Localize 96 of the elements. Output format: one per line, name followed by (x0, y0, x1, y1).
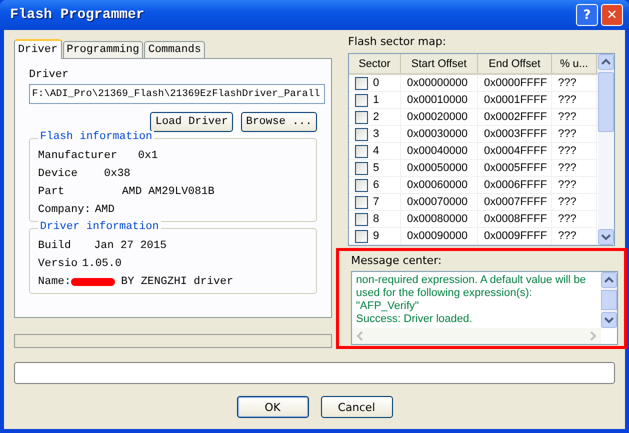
table-cell: ??? (552, 211, 597, 227)
table-cell: 0x00030000 (401, 126, 478, 142)
info-label: Manufacturer (38, 150, 118, 162)
message-center-label: Message center: (351, 254, 443, 267)
checkbox[interactable] (355, 196, 368, 208)
table-cell: 0x0008FFFF (478, 211, 552, 227)
info-value: AMD AM29LV081B (122, 186, 214, 198)
table-cell: 0x0000FFFF (478, 75, 552, 91)
column-header[interactable]: Start Offset (401, 54, 478, 73)
message-line: "AFP_Verify" (356, 300, 420, 313)
cancel-button[interactable]: Cancel (320, 396, 392, 418)
table-cell: 0x0006FFFF (478, 177, 552, 193)
tab[interactable]: Driver (14, 39, 62, 59)
table-cell: ??? (552, 92, 597, 108)
column-header[interactable]: End Offset (478, 54, 552, 73)
checkbox[interactable] (355, 76, 368, 90)
scroll-thumb[interactable] (601, 290, 617, 310)
window-title: Flash Programmer (10, 7, 144, 23)
info-value: AMD (94, 204, 115, 216)
vertical-scrollbar[interactable] (601, 272, 617, 328)
checkbox[interactable] (355, 128, 368, 140)
table-cell: 1 (373, 94, 380, 106)
table-cell: 0x0007FFFF (478, 194, 552, 210)
info-label: Company: (38, 204, 91, 216)
sector-map-label: Flash sector map: (348, 35, 448, 48)
table-cell: 0x00050000 (401, 160, 478, 176)
table-cell: 0x00010000 (401, 92, 478, 108)
scroll-down-icon[interactable] (601, 312, 617, 328)
table-cell: ??? (552, 228, 597, 244)
table-cell: 0x0003FFFF (478, 126, 552, 142)
table-cell: 3 (373, 128, 380, 140)
checkbox[interactable] (355, 110, 368, 124)
load-driver-button[interactable]: Load Driver (150, 112, 233, 132)
table-cell: 2 (373, 111, 380, 123)
table-cell: 0x0005FFFF (478, 160, 552, 176)
info-label: Device (38, 168, 79, 180)
table-cell: 0x00020000 (401, 109, 478, 125)
table-cell: 5 (373, 162, 380, 174)
table-cell: ??? (552, 177, 597, 193)
table-cell: 7 (373, 196, 380, 208)
info-value: 0x1 (138, 150, 158, 162)
table-cell: 0x0001FFFF (478, 92, 552, 108)
message-line: Success: Driver loaded. (356, 313, 474, 326)
redaction-mark (71, 278, 116, 286)
table-cell: 9 (373, 230, 380, 242)
ok-button[interactable]: OK (236, 396, 308, 418)
column-header[interactable]: % u... (552, 54, 597, 73)
table-cell: ??? (552, 126, 597, 142)
table-cell: 0x0002FFFF (478, 109, 552, 125)
driver-label: Driver (29, 69, 70, 81)
checkbox[interactable] (355, 94, 368, 106)
tab[interactable]: Programming (62, 41, 144, 58)
info-label: Versio (38, 258, 79, 270)
scroll-up-icon[interactable] (601, 272, 617, 288)
table-cell: 6 (373, 179, 380, 191)
browse-button[interactable]: Browse ... (240, 112, 317, 132)
table-cell: 4 (373, 145, 380, 157)
table-cell: 0x00060000 (401, 177, 478, 193)
tab[interactable]: Commands (144, 41, 206, 58)
help-button[interactable]: ? (576, 4, 598, 26)
driver-path-field[interactable]: F:\ADI_Pro\21369_Flash\21369EzFlashDriver_Parall (29, 84, 325, 104)
info-label: Part (38, 186, 66, 198)
checkbox[interactable] (355, 144, 368, 158)
table-cell: 0x0004FFFF (478, 143, 552, 159)
info-label: Build (38, 240, 72, 252)
info-value: BY ZENGZHI driver (121, 276, 234, 288)
table-cell: 0x0009FFFF (478, 228, 552, 244)
vertical-scrollbar[interactable] (598, 54, 614, 245)
info-value: Jan 27 2015 (94, 240, 167, 252)
table-cell: ??? (552, 194, 597, 210)
info-value: 0x38 (104, 168, 130, 180)
table-cell: ??? (552, 109, 597, 125)
checkbox[interactable] (355, 230, 368, 242)
scroll-thumb[interactable] (598, 72, 614, 132)
info-label: Name: (38, 276, 72, 288)
table-cell: 0 (373, 77, 380, 89)
message-line: used for the following expression(s): (356, 287, 534, 300)
table-cell: ??? (552, 75, 597, 91)
table-cell: 0x00080000 (401, 211, 478, 227)
checkbox[interactable] (355, 162, 368, 174)
table-cell: 0x00070000 (401, 194, 478, 210)
table-cell: 0x00090000 (401, 228, 478, 244)
message-line: non-required expression. A default value will be (356, 274, 587, 287)
table-cell: 0x00040000 (401, 143, 478, 159)
table-cell: 8 (373, 213, 380, 225)
scroll-down-icon[interactable] (598, 229, 614, 245)
table-cell: ??? (552, 143, 597, 159)
column-header[interactable]: Sector (349, 54, 401, 73)
checkbox[interactable] (355, 212, 368, 226)
table-cell: ??? (552, 160, 597, 176)
table-cell: 0x00000000 (401, 75, 478, 91)
status-field[interactable] (14, 362, 615, 384)
scroll-up-icon[interactable] (598, 54, 614, 70)
checkbox[interactable] (355, 178, 368, 192)
close-button[interactable]: ✕ (601, 4, 623, 26)
info-value: 1.05.0 (82, 258, 122, 270)
